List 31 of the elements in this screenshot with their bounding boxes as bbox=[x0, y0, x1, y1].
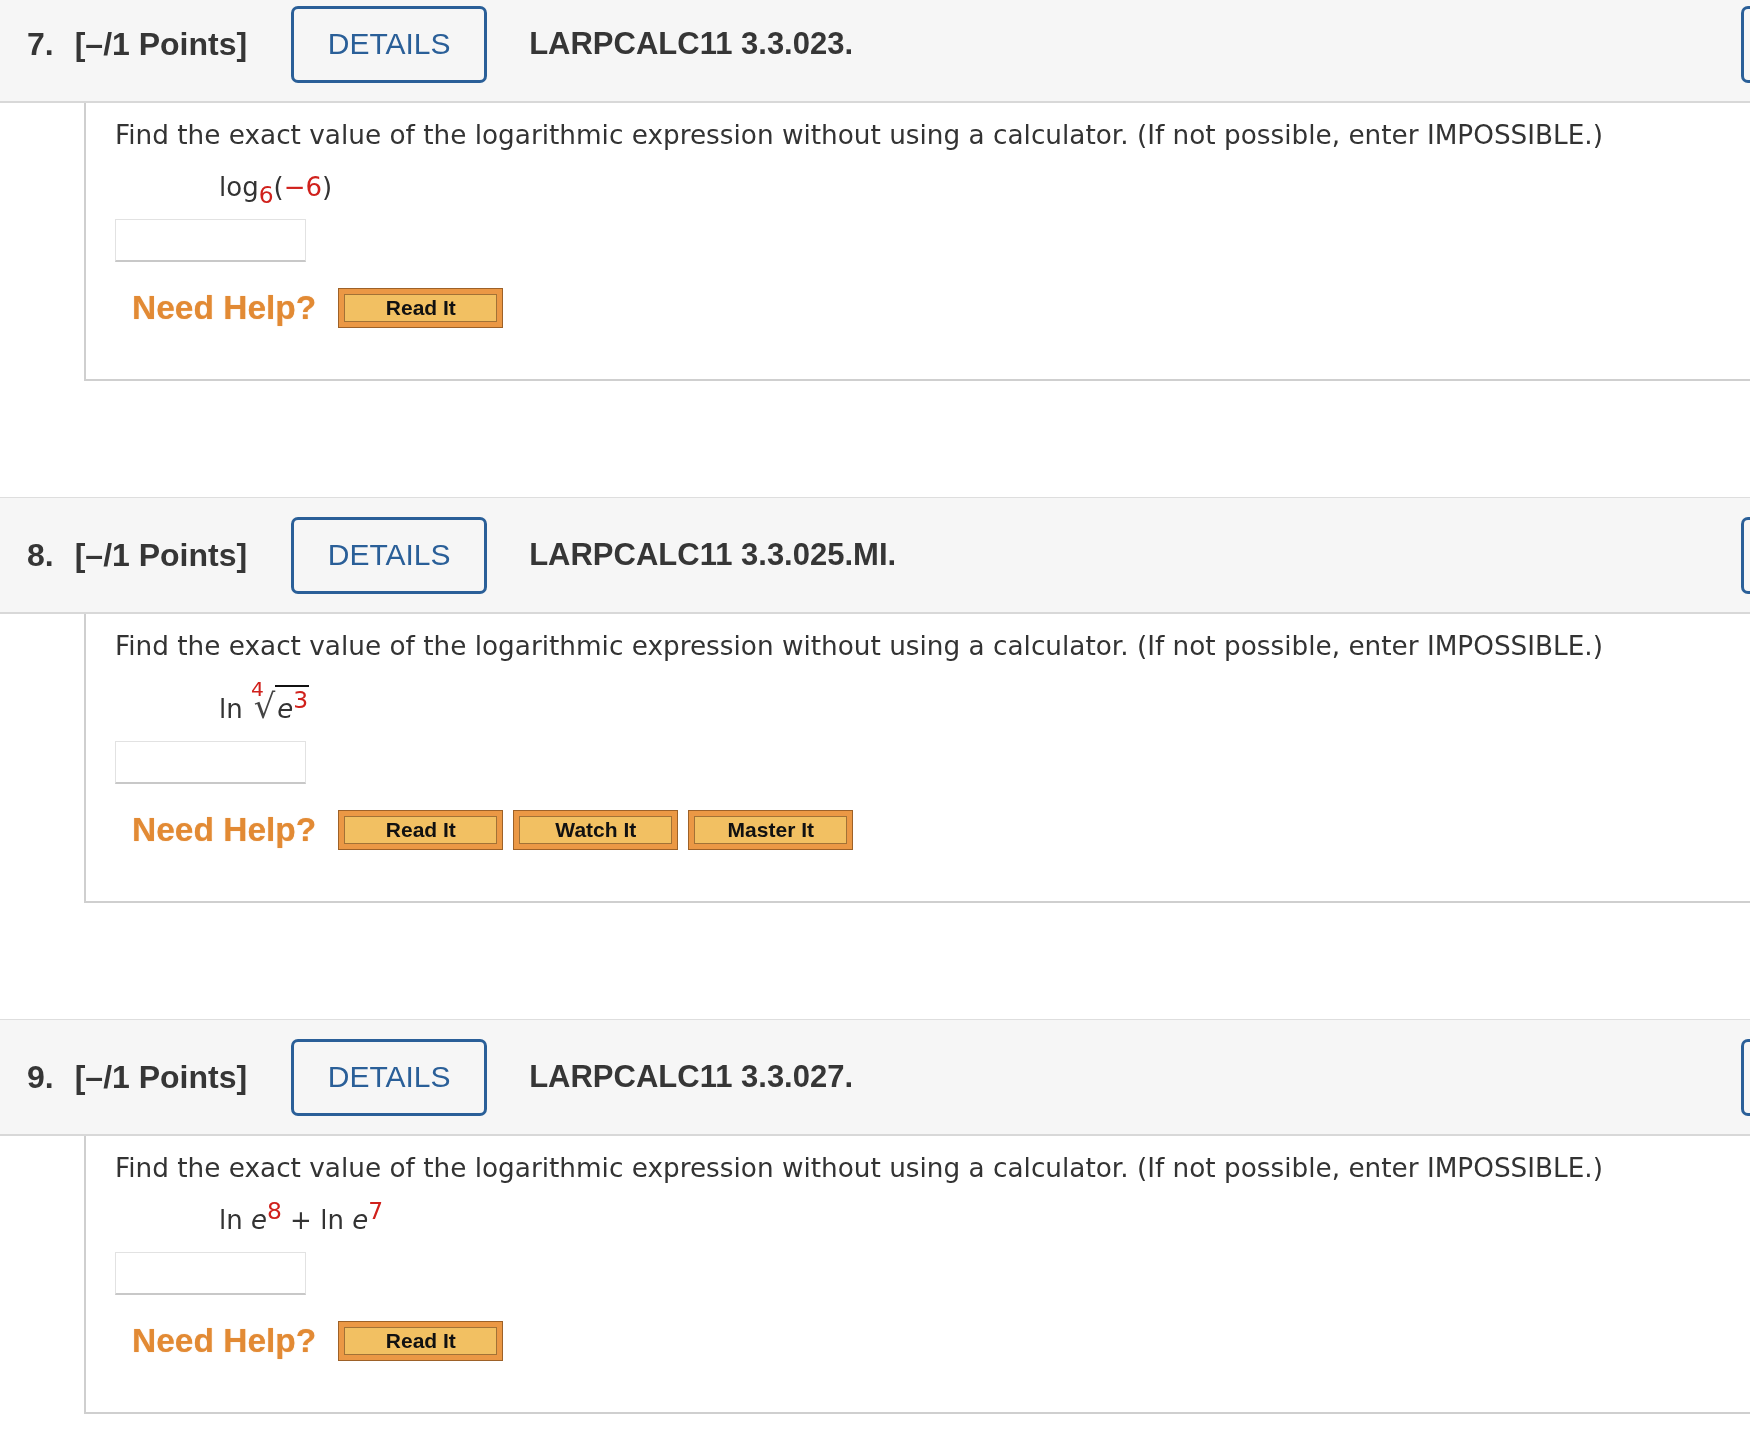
points-label: [–/1 Points] bbox=[74, 25, 248, 63]
details-button[interactable]: DETAILS bbox=[291, 516, 488, 594]
answer-field[interactable] bbox=[115, 1252, 306, 1295]
cut-off-button[interactable] bbox=[1741, 1038, 1750, 1116]
question-prompt: Find the exact value of the logarithmic expression without using a calculator. (If not possible, enter IMPOSSIBLE.) bbox=[115, 630, 1604, 662]
points-label: [–/1 Points] bbox=[74, 536, 248, 574]
points-label: [–/1 Points] bbox=[74, 1058, 248, 1096]
answer-field[interactable] bbox=[115, 741, 306, 784]
math-expression: log$_{6}$(−6) bbox=[219, 171, 333, 206]
question-number: 7. bbox=[27, 25, 54, 63]
help-button[interactable]: Read It bbox=[338, 288, 504, 328]
details-button[interactable]: DETAILS bbox=[291, 5, 488, 83]
cut-off-button[interactable] bbox=[1741, 5, 1750, 83]
question-title: LARPCALC11 3.3.023. bbox=[529, 26, 854, 62]
need-help-label: Need Help? bbox=[132, 289, 317, 327]
cut-off-button[interactable] bbox=[1741, 516, 1750, 594]
need-help-label: Need Help? bbox=[132, 811, 317, 849]
help-button[interactable]: Master It bbox=[688, 810, 854, 850]
question-title: LARPCALC11 3.3.027. bbox=[529, 1059, 854, 1095]
details-button[interactable]: DETAILS bbox=[291, 1038, 488, 1116]
question-number: 9. bbox=[27, 1058, 54, 1096]
question-prompt: Find the exact value of the logarithmic expression without using a calculator. (If not possible, enter IMPOSSIBLE.) bbox=[115, 119, 1604, 151]
help-button[interactable]: Watch It bbox=[513, 810, 679, 850]
need-help-label: Need Help? bbox=[132, 1322, 317, 1360]
question-prompt: Find the exact value of the logarithmic expression without using a calculator. (If not possible, enter IMPOSSIBLE.) bbox=[115, 1152, 1604, 1184]
question-title: LARPCALC11 3.3.025.MI. bbox=[529, 537, 897, 573]
answer-field[interactable] bbox=[115, 219, 306, 262]
math-expression: ln e$^{8}$ + ln e$^{7}$ bbox=[219, 1201, 384, 1237]
help-button[interactable]: Read It bbox=[338, 1321, 504, 1361]
question-number: 8. bbox=[27, 536, 54, 574]
help-button[interactable]: Read It bbox=[338, 810, 504, 850]
